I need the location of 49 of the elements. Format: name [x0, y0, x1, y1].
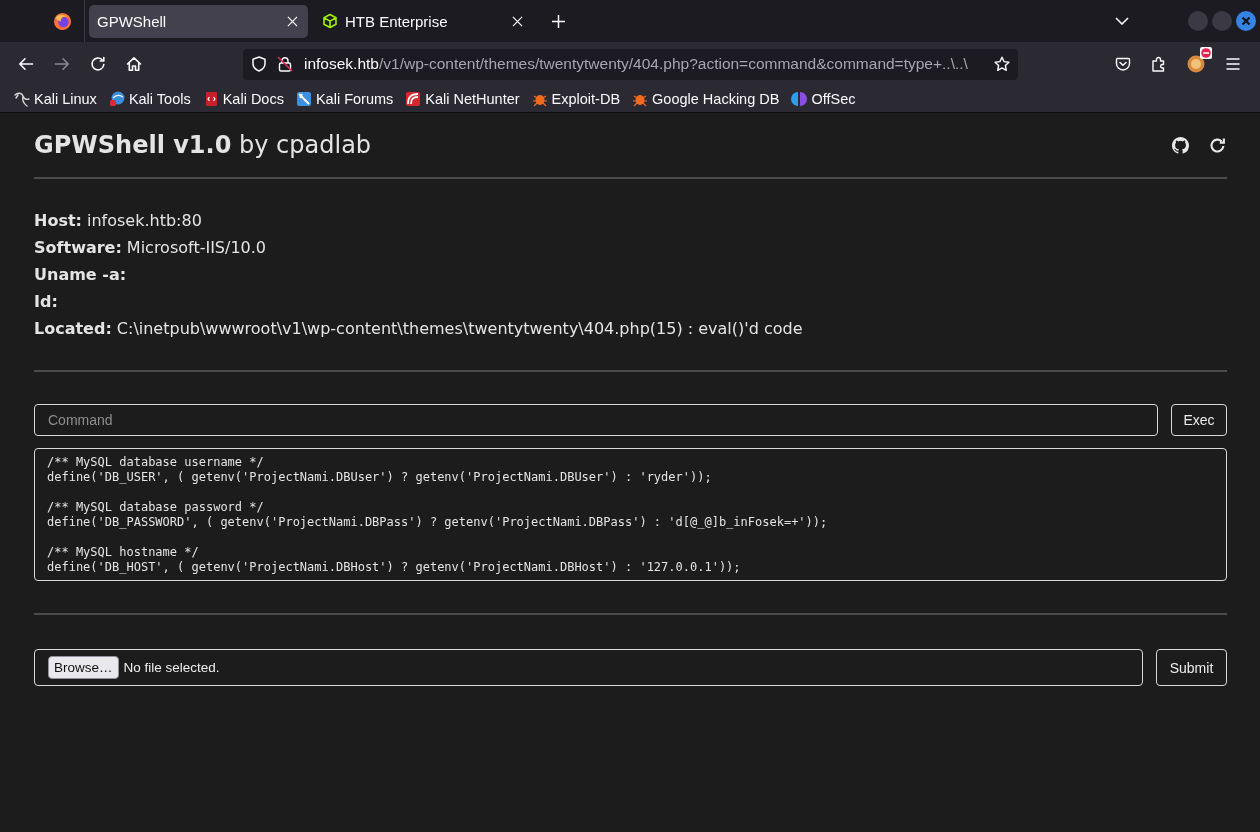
exec-button[interactable]: Exec: [1171, 404, 1227, 436]
tools-icon: [108, 91, 125, 107]
info-label: Host:: [34, 210, 82, 232]
close-tab-icon[interactable]: [512, 15, 523, 27]
new-tab-icon[interactable]: [552, 14, 565, 28]
cube-icon: [322, 13, 338, 29]
bookmark-link[interactable]: OffSec: [791, 91, 856, 107]
info-label: Uname -a:: [34, 264, 127, 286]
dragon-icon: [14, 91, 30, 107]
bookmark-link[interactable]: Kali NetHunter: [405, 91, 520, 107]
command-field[interactable]: Command: [34, 404, 1158, 436]
browse-button[interactable]: Browse…: [48, 656, 119, 679]
page-title: GPWShell v1.0 by cpadlab: [34, 131, 372, 159]
forum-icon: [295, 91, 312, 107]
info-value: Microsoft-IIS/10.0: [126, 237, 267, 259]
profile-avatar-icon[interactable]: [1187, 55, 1205, 73]
info-label: Located:: [34, 318, 112, 340]
browser-tab[interactable]: GPWShell: [89, 4, 308, 38]
submit-button[interactable]: Submit: [1156, 649, 1227, 686]
bookmark-link[interactable]: Kali Tools: [108, 91, 191, 107]
command-output: /** MySQL database username */ define('DB_USER', ( getenv('ProjectNami.DBUser') ? getenv('ProjectNami.DBUser') : 'ryder')); /** MySQL database password */ define('DB_PASSWORD', ( getenv('ProjectNami.DBPass') ? getenv('ProjectNami.DBPass') : 'd[@_@]b_inFosek=+')); /** MySQL hostname */ define('DB_HOST', ( getenv('ProjectNami.DBHost') ? getenv('ProjectNami.DBHost') : '127.0.0.1'));: [34, 448, 1227, 581]
info-label: Software:: [34, 237, 122, 259]
shield-icon[interactable]: [251, 56, 267, 72]
bookmark-link[interactable]: Kali Forums: [295, 91, 394, 107]
address-bar[interactable]: infosek.htb/v1/wp-content/themes/twentytwenty/404.php?action=command&command=type+..\..\: [243, 48, 1018, 80]
hunter-icon: [405, 91, 422, 107]
split-circle-icon: [791, 91, 808, 107]
bookmark-link[interactable]: Google Hacking DB: [632, 91, 780, 107]
menu-icon[interactable]: [1225, 56, 1241, 72]
file-upload-field[interactable]: Browse… No file selected.: [34, 649, 1143, 686]
firefox-logo-icon: [52, 11, 72, 31]
close-window-icon[interactable]: [1236, 11, 1256, 31]
blocked-badge-icon: [1200, 47, 1212, 59]
pocket-icon[interactable]: [1115, 56, 1131, 72]
bookmark-link[interactable]: Kali Linux: [14, 91, 97, 107]
insecure-lock-icon[interactable]: [277, 56, 293, 72]
bookmark-link[interactable]: Kali Docs: [202, 91, 284, 107]
info-value: C:\inetpub\wwwroot\v1\wp-content\themes\twentytwenty\404.php(15) : eval()'d code: [116, 318, 803, 340]
info-value: infosek.htb:80: [86, 210, 202, 232]
browser-tab[interactable]: HTB Enterprise: [314, 4, 533, 38]
info-label: Id:: [34, 291, 58, 313]
refresh-icon[interactable]: [1209, 136, 1226, 154]
bookmark-link[interactable]: Exploit-DB: [531, 91, 621, 107]
chevron-down-icon[interactable]: [1115, 17, 1129, 25]
file-status-text: No file selected.: [123, 660, 220, 675]
puzzle-piece-icon[interactable]: [1151, 56, 1167, 72]
close-tab-icon[interactable]: [287, 15, 298, 27]
github-icon[interactable]: [1172, 136, 1189, 154]
bookmark-star-icon[interactable]: [994, 56, 1010, 72]
